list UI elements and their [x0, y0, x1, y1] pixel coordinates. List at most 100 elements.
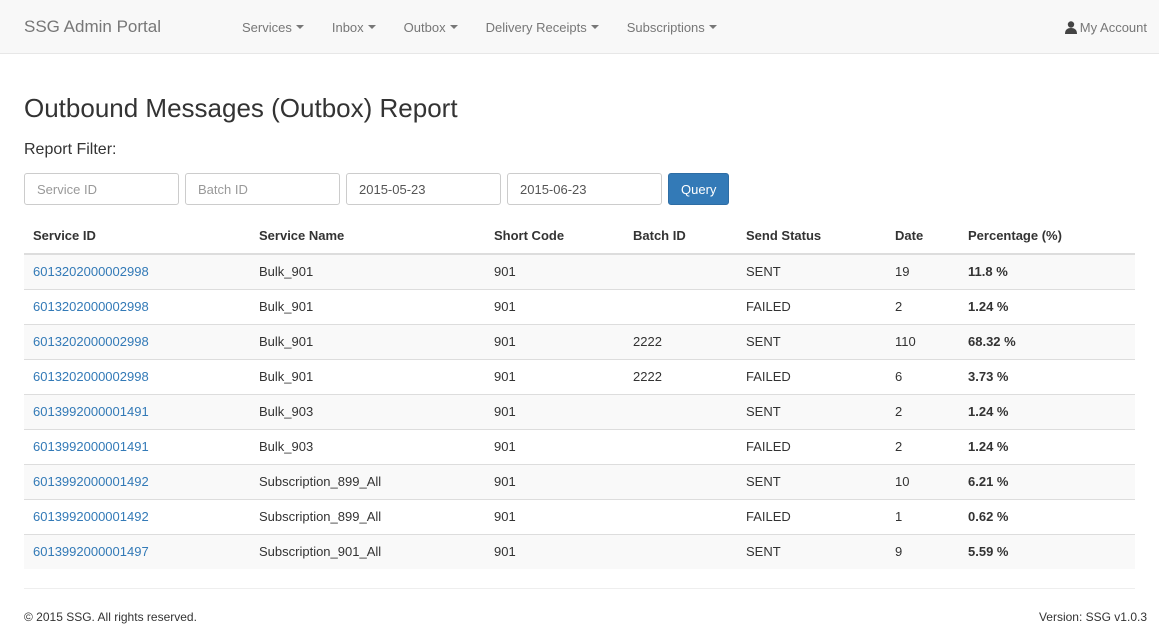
table-cell [624, 288, 737, 324]
table-body: 6013202000002998 Bulk_901 901 SENT 19 11.8 % 6… [24, 253, 1135, 569]
table-cell: 6013992000001497 [24, 533, 250, 569]
nav-menu: Services Inbox Outbox Delivery Receipts … [242, 0, 745, 54]
table-cell [624, 253, 737, 289]
caret-down-icon [295, 25, 304, 29]
version-text: Version: SSG v1.0.3 [1038, 610, 1147, 624]
table-cell: 6013992000001492 [24, 463, 250, 499]
table-cell: 6013202000002998 [24, 323, 250, 359]
nav-menu-label: Subscriptions [626, 19, 705, 35]
table-cell: FAILED [737, 498, 886, 534]
service-id-link[interactable]: 6013992000001492 [33, 474, 149, 489]
column-header: Percentage (%) [959, 218, 1135, 255]
table-cell: 3.73 % [959, 358, 1135, 394]
table-cell: SENT [737, 253, 886, 289]
service-id-link[interactable]: 6013202000002998 [33, 264, 149, 279]
service-id-link[interactable]: 6013202000002998 [33, 334, 149, 349]
nav-menu-outbox[interactable]: Outbox [404, 20, 458, 35]
table-cell: FAILED [737, 428, 886, 464]
table-cell: Bulk_901 [250, 358, 485, 394]
table-header-row: Service ID Service Name Short Code Batch… [24, 218, 1135, 255]
start-date-input[interactable] [346, 173, 501, 205]
table-cell: 2 [886, 288, 959, 324]
table-cell [624, 463, 737, 499]
table-cell: 901 [485, 358, 624, 394]
column-header: Batch ID [624, 218, 737, 255]
table-cell: 901 [485, 533, 624, 569]
table-cell: FAILED [737, 288, 886, 324]
table-cell: 6013992000001492 [24, 498, 250, 534]
nav-menu-label: Inbox [331, 19, 364, 35]
table-cell: SENT [737, 323, 886, 359]
table-cell: 1.24 % [959, 393, 1135, 429]
table-cell: 6013992000001491 [24, 428, 250, 464]
batch-id-input[interactable] [185, 173, 340, 205]
nav-menu-services[interactable]: Services [242, 20, 304, 35]
table-row: 6013992000001497 Subscription_901_All 901 S… [24, 533, 1135, 569]
service-id-link[interactable]: 6013992000001491 [33, 404, 149, 419]
nav-menu-delivery-receipts[interactable]: Delivery Receipts [486, 20, 599, 35]
table-cell: Bulk_903 [250, 428, 485, 464]
table-cell: 11.8 % [959, 253, 1135, 289]
caret-down-icon [449, 25, 458, 29]
table-row: 6013992000001492 Subscription_899_All 901 S… [24, 463, 1135, 499]
service-id-link[interactable]: 6013202000002998 [33, 299, 149, 314]
service-id-link[interactable]: 6013992000001497 [33, 544, 149, 559]
table-cell: SENT [737, 393, 886, 429]
caret-down-icon [367, 25, 376, 29]
table-cell: 6013202000002998 [24, 253, 250, 289]
table-cell: 0.62 % [959, 498, 1135, 534]
table-cell: SENT [737, 533, 886, 569]
brand-logo[interactable]: SSG Admin Portal [24, 17, 161, 37]
table-cell: 1.24 % [959, 428, 1135, 464]
table-cell: 901 [485, 393, 624, 429]
column-header: Service ID [24, 218, 250, 255]
column-header: Short Code [485, 218, 624, 255]
service-id-input[interactable] [24, 173, 179, 205]
table-cell: 110 [886, 323, 959, 359]
report-filter-label: Report Filter: [24, 141, 117, 158]
table-cell: FAILED [737, 358, 886, 394]
table-cell [624, 393, 737, 429]
table-cell [624, 498, 737, 534]
query-button[interactable]: Query [668, 173, 730, 205]
nav-menu-label: Delivery Receipts [485, 19, 587, 35]
my-account-link[interactable]: My Account [1064, 0, 1147, 54]
table-cell: 901 [485, 428, 624, 464]
table-cell: 901 [485, 288, 624, 324]
copyright-text: © 2015 SSG. All rights reserved. [24, 610, 197, 624]
table-cell: 2222 [624, 323, 737, 359]
table-row: 6013992000001492 Subscription_899_All 901 F… [24, 498, 1135, 534]
table-cell [624, 428, 737, 464]
table-cell: Subscription_899_All [250, 463, 485, 499]
end-date-input[interactable] [507, 173, 662, 205]
service-id-link[interactable]: 6013202000002998 [33, 369, 149, 384]
table-cell: 19 [886, 253, 959, 289]
nav-menu-inbox[interactable]: Inbox [332, 20, 376, 35]
nav-menu-subscriptions[interactable]: Subscriptions [627, 20, 717, 35]
table-cell [624, 533, 737, 569]
top-navbar: SSG Admin Portal Services Inbox Outbox D… [0, 0, 1159, 54]
service-id-link[interactable]: 6013992000001491 [33, 439, 149, 454]
my-account-label: My Account [1079, 19, 1147, 35]
table-cell: Bulk_901 [250, 323, 485, 359]
table-cell: Subscription_901_All [250, 533, 485, 569]
nav-menu-label: Services [242, 19, 292, 35]
table-cell: 6.21 % [959, 463, 1135, 499]
service-id-link[interactable]: 6013992000001492 [33, 509, 149, 524]
table-cell: 1.24 % [959, 288, 1135, 324]
table-row: 6013202000002998 Bulk_901 901 SENT 19 11.8 % [24, 253, 1135, 289]
table-cell: 1 [886, 498, 959, 534]
table-cell: Bulk_901 [250, 253, 485, 289]
table-cell: 5.59 % [959, 533, 1135, 569]
column-header: Send Status [737, 218, 886, 255]
table-cell: 2 [886, 428, 959, 464]
caret-down-icon [590, 25, 599, 29]
table-cell: 68.32 % [959, 323, 1135, 359]
table-row: 6013202000002998 Bulk_901 901 2222 FAILED 6 3.… [24, 358, 1135, 394]
outbox-report-table: Service ID Service Name Short Code Batch… [24, 218, 1135, 569]
footer-divider [24, 588, 1135, 589]
table-cell: 901 [485, 498, 624, 534]
table-row: 6013202000002998 Bulk_901 901 FAILED 2 1.24 % [24, 288, 1135, 324]
table-row: 6013202000002998 Bulk_901 901 2222 SENT 110 68… [24, 323, 1135, 359]
caret-down-icon [708, 25, 717, 29]
